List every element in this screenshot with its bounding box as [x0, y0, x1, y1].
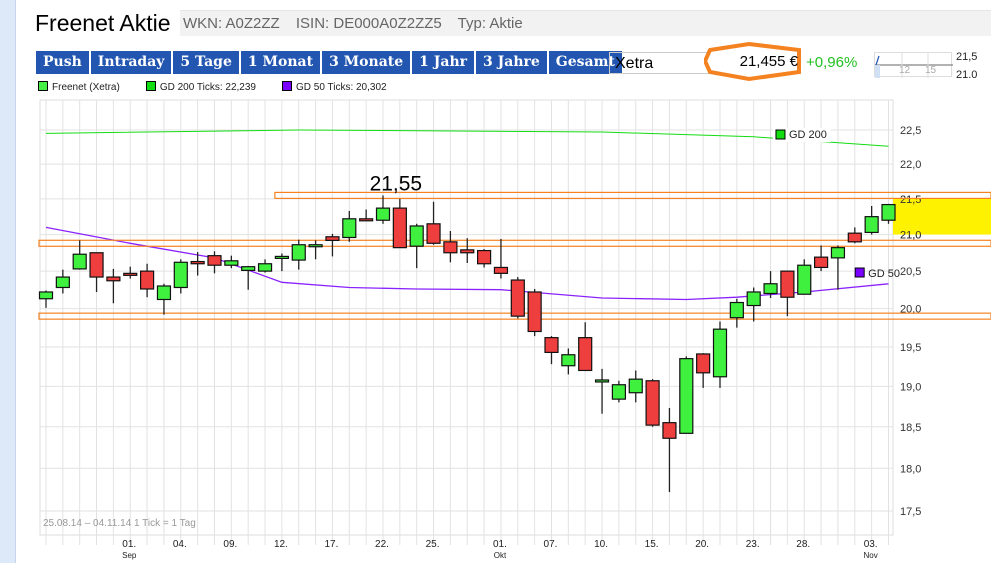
candle-body	[274, 255, 289, 260]
candle-body	[847, 232, 862, 243]
x-tick-label: 25.	[426, 539, 440, 550]
candle-body	[342, 218, 357, 239]
x-tick-label: 01.	[493, 539, 507, 550]
candle-body	[763, 283, 778, 295]
candle-body	[426, 223, 441, 244]
candle-body	[679, 358, 694, 434]
candle-body	[106, 276, 121, 282]
x-tick-label: 03.	[864, 539, 878, 550]
x-tick-label: 20.	[695, 539, 709, 550]
candle-body	[712, 328, 728, 378]
y-tick-label: 20,5	[900, 266, 921, 278]
candle-body	[140, 270, 155, 290]
x-month-label: Nov	[864, 551, 878, 560]
x-tick-label: 10.	[594, 539, 608, 550]
candle-body	[156, 285, 172, 301]
candle-body	[409, 225, 424, 247]
candle-body	[375, 207, 391, 221]
candle-body	[173, 261, 188, 289]
x-tick-label: 12.	[274, 539, 288, 550]
candle-body	[493, 266, 509, 274]
candle-body	[797, 264, 812, 295]
candle-body	[38, 291, 54, 300]
candle-body	[696, 353, 711, 374]
candle-body	[881, 203, 896, 221]
candle-body	[561, 354, 576, 367]
candle-body	[460, 249, 475, 254]
x-tick-label: 23.	[746, 539, 760, 550]
y-tick-label: 22,0	[900, 159, 921, 171]
candle-body	[628, 378, 643, 394]
candle-body	[830, 247, 846, 259]
y-tick-label: 17,5	[900, 506, 921, 518]
candle-body	[89, 252, 104, 278]
candle-body	[729, 301, 744, 319]
y-tick-label: 20,0	[900, 304, 921, 316]
candlestick-chart[interactable]: 22,522,021,521,020,520,019,519,018,518,0…	[0, 0, 991, 563]
candle-body	[780, 270, 795, 298]
x-tick-label: 04.	[173, 539, 187, 550]
y-tick-label: 19,5	[900, 342, 921, 354]
candle-body	[190, 260, 205, 265]
plot-area	[39, 99, 894, 536]
gd50-inline-label: GD 50	[868, 268, 900, 280]
candle-body	[443, 241, 458, 254]
candle-body	[257, 263, 273, 272]
x-month-label: Okt	[494, 551, 507, 560]
candle-body	[645, 380, 660, 426]
x-tick-label: 15.	[645, 539, 659, 550]
candle-body	[308, 244, 323, 248]
x-month-label: Sep	[122, 551, 137, 560]
candle-body	[611, 384, 627, 400]
candle-body	[241, 266, 256, 271]
x-tick-label: 07.	[544, 539, 558, 550]
candle-body	[224, 260, 239, 266]
candle-body	[594, 379, 610, 383]
x-tick-label: 01.	[122, 539, 136, 550]
candle-body	[123, 272, 138, 276]
candle-body	[527, 291, 542, 333]
candle-body	[55, 276, 70, 289]
gd200-inline-label: GD 200	[789, 129, 827, 141]
x-tick-label: 17.	[324, 539, 338, 550]
candle-body	[662, 422, 677, 439]
candle-body	[392, 207, 407, 249]
candle-body	[544, 337, 559, 353]
y-tick-label: 19,0	[900, 381, 921, 393]
candle-body	[578, 337, 593, 372]
candle-body	[864, 216, 879, 234]
y-tick-label: 18,0	[900, 463, 921, 475]
candle-body	[325, 236, 340, 241]
candle-body	[291, 244, 306, 261]
y-tick-label: 21,5	[900, 194, 921, 206]
candle-body	[207, 255, 222, 266]
date-range-label: 25.08.14 – 04.11.14 1 Tick = 1 Tag	[43, 518, 196, 529]
x-tick-label: 09.	[223, 539, 237, 550]
candle-body	[359, 218, 374, 222]
candle-body	[72, 253, 87, 270]
candle-body	[746, 291, 761, 307]
candle-body	[510, 279, 525, 317]
gd50-swatch	[854, 267, 865, 278]
y-tick-label: 22,5	[900, 125, 921, 137]
gd200-swatch	[775, 129, 786, 140]
x-tick-label: 22.	[375, 539, 389, 550]
candle-body	[813, 256, 829, 269]
y-tick-label: 18,5	[900, 422, 921, 434]
high-price-annotation: 21,55	[370, 172, 423, 195]
x-tick-label: 28.	[796, 539, 810, 550]
candle-body	[477, 249, 492, 265]
